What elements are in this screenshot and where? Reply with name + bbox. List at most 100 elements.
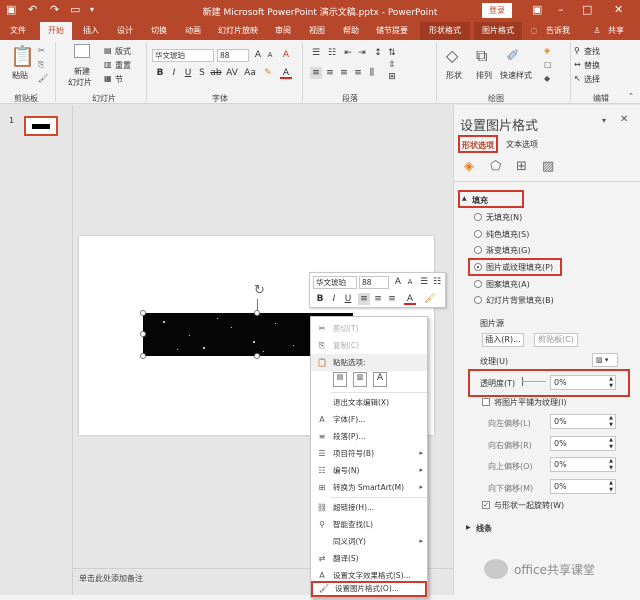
radio-solid-fill[interactable] <box>474 230 482 238</box>
section-button[interactable]: 节 <box>115 74 123 85</box>
menu-item-translate[interactable]: ⇄ 翻译(S) <box>311 550 427 567</box>
mini-bold-icon[interactable]: B <box>314 293 326 305</box>
fill-line-icon[interactable]: ◈ <box>464 159 474 174</box>
spin-down-icon[interactable]: ▼ <box>609 383 613 389</box>
mini-format-painter-icon[interactable]: 🖌 <box>424 293 436 305</box>
spin-up-icon[interactable]: ▲ <box>609 458 613 464</box>
mini-italic-icon[interactable]: I <box>328 293 340 305</box>
align-right-icon[interactable]: ≡ <box>338 67 350 79</box>
mini-numbering-icon[interactable]: ☷ <box>431 276 443 288</box>
fill-section-header[interactable]: ▲ 填充 <box>458 190 524 208</box>
text-direction-icon[interactable]: ⇅ <box>386 47 398 59</box>
new-slide-icon[interactable] <box>74 44 90 58</box>
mini-align-center-icon[interactable]: ≡ <box>372 293 384 305</box>
menu-item-exit-text-edit[interactable]: 退出文本编辑(X) <box>311 394 427 411</box>
rotate-with-shape-checkbox[interactable]: ✓ <box>482 501 490 509</box>
strikethrough-icon[interactable]: ab <box>210 67 222 79</box>
numbering-icon[interactable]: ☷ <box>326 47 338 59</box>
grow-font-icon[interactable]: A <box>252 49 264 61</box>
shape-fill-icon[interactable]: ◈ <box>544 46 550 55</box>
tab-home[interactable]: 开始 <box>40 22 72 40</box>
tab-file[interactable]: 文件 <box>4 22 32 40</box>
clipboard-button[interactable]: 剪贴板(C) <box>534 333 578 347</box>
tell-me[interactable]: 告诉我 <box>540 22 576 40</box>
mini-align-left-icon[interactable]: ≡ <box>358 293 370 305</box>
bullets-icon[interactable]: ☰ <box>310 47 322 59</box>
menu-item-copy[interactable]: ⎘ 复制(C) <box>311 337 427 354</box>
reset-button[interactable]: 重置 <box>115 60 131 71</box>
shadow-icon[interactable]: S <box>196 67 208 79</box>
mini-underline-icon[interactable]: U <box>342 293 354 305</box>
justify-icon[interactable]: ≡ <box>352 67 364 79</box>
pane-close-icon[interactable]: ✕ <box>620 114 628 125</box>
cut-icon[interactable]: ✂ <box>38 46 45 55</box>
mini-grow-font-icon[interactable]: A <box>392 276 404 288</box>
format-painter-icon[interactable]: 🖌 <box>38 74 48 83</box>
menu-item-bullets[interactable]: ☰ 项目符号(B) ▸ <box>311 445 427 462</box>
mini-font-size[interactable]: 88 <box>359 276 389 289</box>
mini-align-right-icon[interactable]: ≡ <box>386 293 398 305</box>
resize-handle[interactable] <box>140 310 146 316</box>
bold-icon[interactable]: B <box>154 67 166 79</box>
radio-no-fill[interactable] <box>474 213 482 221</box>
arrange-button[interactable]: 排列 <box>476 70 492 81</box>
resize-handle[interactable] <box>140 331 146 337</box>
menu-item-hyperlink[interactable]: ⛓ 超链接(H)... <box>311 499 427 516</box>
resize-handle[interactable] <box>254 353 260 359</box>
font-size-combo[interactable]: 88 <box>217 49 249 62</box>
expand-arrow-icon[interactable]: ▶ <box>466 524 471 531</box>
pane-options-icon[interactable]: ▾ <box>602 116 606 125</box>
radio-gradient-fill[interactable] <box>474 246 482 254</box>
tab-slideshow[interactable]: 幻灯片放映 <box>212 22 264 40</box>
mini-font-name[interactable]: 华文琥珀 <box>313 276 357 289</box>
paste-text-only-icon[interactable]: A <box>373 372 387 387</box>
tab-help[interactable]: 帮助 <box>336 22 366 40</box>
spin-down-icon[interactable]: ▼ <box>609 465 613 471</box>
new-slide-button-line2[interactable]: 幻灯片 <box>68 77 92 88</box>
menu-item-numbering[interactable]: ☷ 编号(N) ▸ <box>311 462 427 479</box>
offset-right-input[interactable]: 0% ▲ ▼ <box>550 436 616 451</box>
tab-shape-options[interactable]: 形状选项 <box>458 135 498 153</box>
picture-icon[interactable]: ▨ <box>542 159 554 174</box>
transparency-slider-track[interactable] <box>522 381 546 382</box>
align-left-icon[interactable]: ≡ <box>310 67 322 79</box>
collapse-ribbon-icon[interactable]: ⌃ <box>628 92 634 100</box>
new-slide-button[interactable]: 新建 <box>74 66 90 77</box>
effects-icon[interactable]: ⬠ <box>490 159 501 174</box>
menu-item-paragraph[interactable]: ≡ 段落(P)... <box>311 428 427 445</box>
italic-icon[interactable]: I <box>168 67 180 79</box>
spin-down-icon[interactable]: ▼ <box>609 487 613 493</box>
increase-indent-icon[interactable]: ⇥ <box>356 47 368 59</box>
arrange-icon[interactable]: ⧉ <box>476 46 487 66</box>
offset-top-input[interactable]: 0% ▲ ▼ <box>550 457 616 472</box>
menu-item-synonyms[interactable]: 同义词(Y) ▸ <box>311 533 427 550</box>
align-center-icon[interactable]: ≡ <box>324 67 336 79</box>
radio-picture-fill[interactable] <box>474 263 482 271</box>
login-button[interactable]: 登录 <box>482 3 512 18</box>
tab-storyboard[interactable]: 储节提要 <box>370 22 414 40</box>
smartart-icon[interactable]: ⊞ <box>386 71 398 83</box>
slide-thumbnail[interactable] <box>24 116 58 136</box>
tile-checkbox[interactable] <box>482 398 490 406</box>
paste-button[interactable]: 粘贴 <box>12 70 28 81</box>
rotate-handle-icon[interactable]: ↻ <box>254 283 265 298</box>
maximize-icon[interactable]: □ <box>582 3 592 16</box>
tab-review[interactable]: 审阅 <box>268 22 298 40</box>
clear-format-icon[interactable]: A <box>280 49 292 61</box>
mini-bullets-icon[interactable]: ☰ <box>418 276 430 288</box>
menu-item-format-picture[interactable]: 🖌 设置图片格式(O)... <box>311 581 427 597</box>
spin-up-icon[interactable]: ▲ <box>609 415 613 421</box>
mini-shrink-font-icon[interactable]: A <box>404 276 416 288</box>
spin-up-icon[interactable]: ▲ <box>609 437 613 443</box>
tab-transitions[interactable]: 切换 <box>144 22 174 40</box>
mini-font-color-icon[interactable]: A <box>404 293 416 305</box>
shapes-icon[interactable]: ◇ <box>446 46 458 65</box>
shape-effects-icon[interactable]: ◆ <box>544 74 550 83</box>
change-case-icon[interactable]: Aa <box>244 67 256 79</box>
tab-text-options[interactable]: 文本选项 <box>506 139 538 150</box>
close-icon[interactable]: ✕ <box>614 3 623 16</box>
spin-up-icon[interactable]: ▲ <box>609 376 613 382</box>
offset-left-input[interactable]: 0% ▲ ▼ <box>550 414 616 429</box>
layout-button[interactable]: 版式 <box>115 46 131 57</box>
decrease-indent-icon[interactable]: ⇤ <box>342 47 354 59</box>
